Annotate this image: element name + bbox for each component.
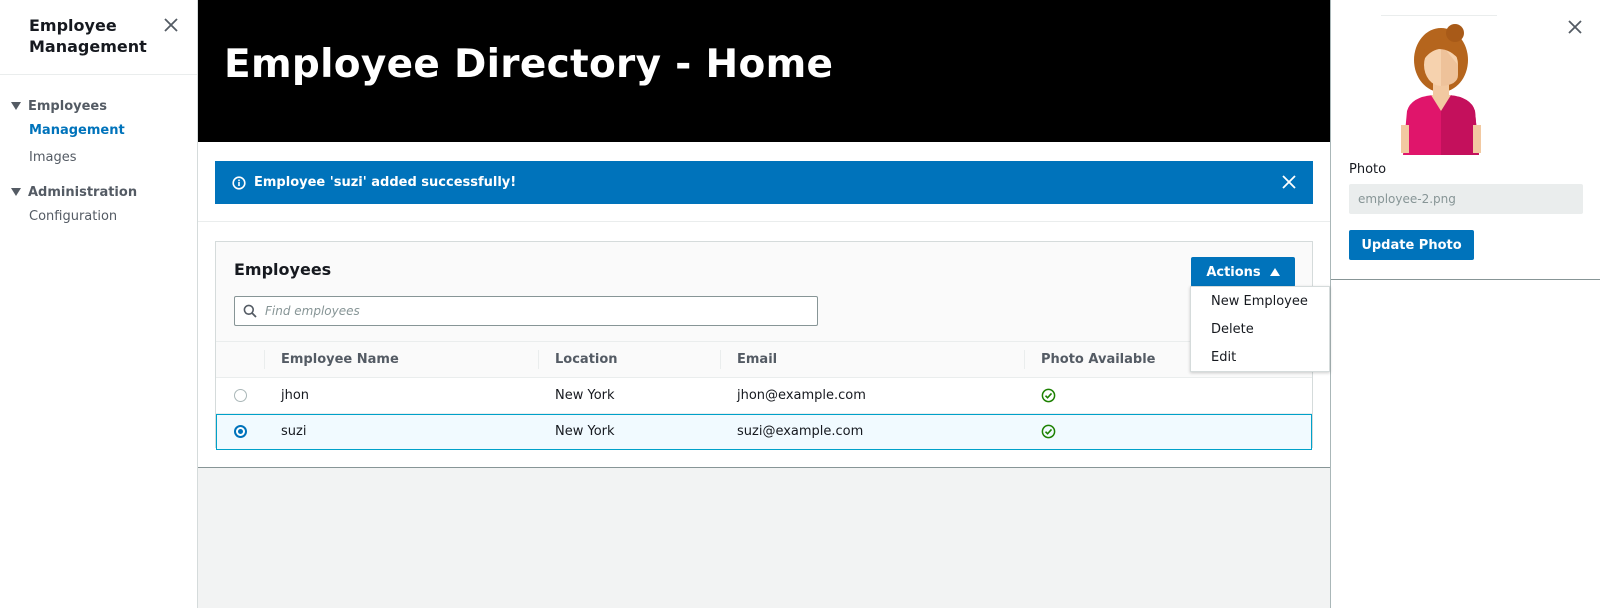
employees-panel: Employees Actions Employe [215, 241, 1313, 450]
main-content: Employee Directory - Home Employee 'suzi… [198, 0, 1331, 608]
nav-section-label: Employees [28, 98, 107, 114]
menu-item-new-employee[interactable]: New Employee [1191, 292, 1329, 320]
cell-location: New York [555, 424, 615, 439]
menu-item-edit[interactable]: Edit [1191, 348, 1329, 376]
panel-title: Employees [234, 260, 332, 279]
close-icon[interactable] [162, 16, 180, 34]
update-photo-button[interactable]: Update Photo [1349, 230, 1474, 260]
flash-notification: Employee 'suzi' added successfully! [215, 161, 1313, 204]
actions-dropdown-menu: New Employee Delete Edit [1190, 286, 1330, 372]
table-row[interactable]: jhon New York jhon@example.com [216, 378, 1312, 414]
search-input[interactable] [265, 304, 805, 318]
nav-section-employees[interactable]: Employees [0, 95, 197, 117]
nav-title: Employee Management [29, 16, 147, 56]
nav-section-label: Administration [28, 184, 138, 200]
cell-location: New York [555, 388, 615, 403]
search-icon [243, 304, 257, 318]
page-header: Employee Directory - Home [198, 0, 1330, 142]
close-icon[interactable] [1281, 174, 1297, 190]
flash-message: Employee 'suzi' added successfully! [254, 175, 517, 190]
column-header-name[interactable]: Employee Name [264, 342, 538, 378]
divider [198, 221, 1330, 222]
search-box [234, 296, 818, 326]
nav-section-administration[interactable]: Administration [0, 181, 197, 203]
check-circle-icon [1041, 388, 1056, 403]
page-title: Employee Directory - Home [224, 42, 834, 87]
caret-up-icon [1269, 268, 1280, 276]
nav-item-management[interactable]: Management [0, 117, 197, 144]
photo-label: Photo [1349, 162, 1387, 177]
info-icon [232, 175, 246, 190]
content-area: Employee 'suzi' added successfully! Empl… [198, 142, 1330, 468]
menu-item-delete[interactable]: Delete [1191, 320, 1329, 348]
column-header-email[interactable]: Email [720, 342, 1024, 378]
nav-item-configuration[interactable]: Configuration [0, 203, 197, 230]
employee-avatar-image [1401, 24, 1481, 155]
cell-name: suzi [281, 424, 307, 439]
caret-down-icon [11, 188, 21, 196]
cell-name: jhon [281, 388, 310, 403]
column-header-location[interactable]: Location [538, 342, 720, 378]
select-column-header [216, 342, 264, 378]
side-navigation: Employee Management Employees Management… [0, 0, 198, 608]
photo-drawer: Photo Update Photo [1331, 0, 1600, 280]
nav-item-images[interactable]: Images [0, 144, 197, 171]
cell-email: suzi@example.com [737, 424, 864, 439]
row-radio[interactable] [233, 425, 247, 438]
actions-label: Actions [1206, 264, 1261, 280]
table-header-row: Employee Name Location Email Photo Avail… [216, 341, 1312, 378]
photo-filename-field[interactable] [1349, 184, 1583, 214]
actions-button[interactable]: Actions [1191, 257, 1295, 287]
caret-down-icon [11, 102, 21, 110]
cell-email: jhon@example.com [737, 388, 866, 403]
check-circle-icon [1041, 424, 1056, 439]
row-radio[interactable] [233, 389, 247, 402]
close-icon[interactable] [1566, 18, 1584, 36]
employees-table: Employee Name Location Email Photo Avail… [216, 341, 1312, 450]
nav-header: Employee Management [0, 0, 197, 75]
table-row[interactable]: suzi New York suzi@example.com [216, 413, 1312, 450]
